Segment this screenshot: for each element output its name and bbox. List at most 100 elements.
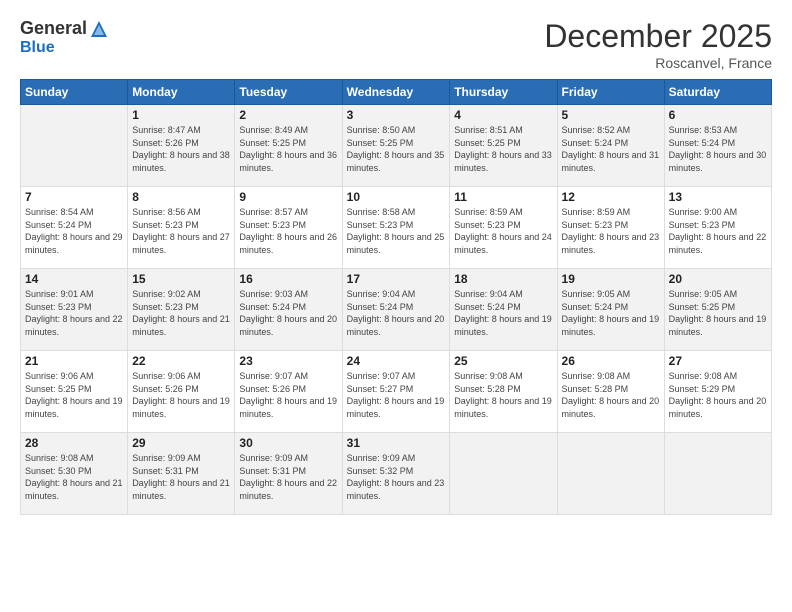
calendar-cell: 8 Sunrise: 8:56 AM Sunset: 5:23 PM Daylig… bbox=[128, 187, 235, 269]
day-detail: Sunrise: 8:49 AM Sunset: 5:25 PM Dayligh… bbox=[239, 124, 337, 174]
day-detail: Sunrise: 9:07 AM Sunset: 5:26 PM Dayligh… bbox=[239, 370, 337, 420]
calendar-cell: 20 Sunrise: 9:05 AM Sunset: 5:25 PM Dayli… bbox=[664, 269, 771, 351]
day-number: 7 bbox=[25, 190, 123, 204]
calendar-cell: 9 Sunrise: 8:57 AM Sunset: 5:23 PM Daylig… bbox=[235, 187, 342, 269]
calendar-cell bbox=[450, 433, 557, 515]
day-detail: Sunrise: 9:08 AM Sunset: 5:28 PM Dayligh… bbox=[562, 370, 660, 420]
day-detail: Sunrise: 9:04 AM Sunset: 5:24 PM Dayligh… bbox=[347, 288, 446, 338]
calendar-cell: 24 Sunrise: 9:07 AM Sunset: 5:27 PM Dayli… bbox=[342, 351, 450, 433]
calendar-cell: 2Sunrise: 8:49 AM Sunset: 5:25 PM Daylig… bbox=[235, 105, 342, 187]
day-number: 12 bbox=[562, 190, 660, 204]
calendar-week-row: 14Sunrise: 9:01 AM Sunset: 5:23 PM Dayli… bbox=[21, 269, 772, 351]
calendar-week-row: 21Sunrise: 9:06 AM Sunset: 5:25 PM Dayli… bbox=[21, 351, 772, 433]
calendar-day-header: Thursday bbox=[450, 80, 557, 105]
day-detail: Sunrise: 8:50 AM Sunset: 5:25 PM Dayligh… bbox=[347, 124, 446, 174]
month-title: December 2025 bbox=[544, 18, 772, 55]
day-detail: Sunrise: 9:04 AM Sunset: 5:24 PM Dayligh… bbox=[454, 288, 552, 338]
calendar-cell: 18 Sunrise: 9:04 AM Sunset: 5:24 PM Dayli… bbox=[450, 269, 557, 351]
day-detail: Sunrise: 8:54 AM Sunset: 5:24 PM Dayligh… bbox=[25, 206, 123, 256]
day-number: 14 bbox=[25, 272, 123, 286]
day-number: 15 bbox=[132, 272, 230, 286]
calendar-cell: 11 Sunrise: 8:59 AM Sunset: 5:23 PM Dayli… bbox=[450, 187, 557, 269]
day-number: 31 bbox=[347, 436, 446, 450]
day-detail: Sunrise: 9:02 AM Sunset: 5:23 PM Dayligh… bbox=[132, 288, 230, 338]
day-number: 28 bbox=[25, 436, 123, 450]
day-number: 30 bbox=[239, 436, 337, 450]
calendar-cell: 5Sunrise: 8:52 AM Sunset: 5:24 PM Daylig… bbox=[557, 105, 664, 187]
day-detail: Sunrise: 9:07 AM Sunset: 5:27 PM Dayligh… bbox=[347, 370, 446, 420]
calendar-cell: 26 Sunrise: 9:08 AM Sunset: 5:28 PM Dayli… bbox=[557, 351, 664, 433]
location: Roscanvel, France bbox=[544, 55, 772, 71]
calendar-day-header: Monday bbox=[128, 80, 235, 105]
logo-text: General bbox=[20, 18, 109, 39]
day-number: 4 bbox=[454, 108, 552, 122]
day-number: 6 bbox=[669, 108, 767, 122]
day-number: 8 bbox=[132, 190, 230, 204]
calendar-cell: 19Sunrise: 9:05 AM Sunset: 5:24 PM Dayli… bbox=[557, 269, 664, 351]
day-detail: Sunrise: 9:08 AM Sunset: 5:30 PM Dayligh… bbox=[25, 452, 123, 502]
day-detail: Sunrise: 8:56 AM Sunset: 5:23 PM Dayligh… bbox=[132, 206, 230, 256]
calendar-cell: 22 Sunrise: 9:06 AM Sunset: 5:26 PM Dayli… bbox=[128, 351, 235, 433]
page: General Blue December 2025 Roscanvel, Fr… bbox=[0, 0, 792, 612]
day-number: 18 bbox=[454, 272, 552, 286]
day-detail: Sunrise: 9:05 AM Sunset: 5:24 PM Dayligh… bbox=[562, 288, 660, 338]
calendar-cell: 23Sunrise: 9:07 AM Sunset: 5:26 PM Dayli… bbox=[235, 351, 342, 433]
calendar-day-header: Saturday bbox=[664, 80, 771, 105]
calendar-cell: 7 Sunrise: 8:54 AM Sunset: 5:24 PM Daylig… bbox=[21, 187, 128, 269]
day-number: 10 bbox=[347, 190, 446, 204]
calendar-cell: 31 Sunrise: 9:09 AM Sunset: 5:32 PM Dayli… bbox=[342, 433, 450, 515]
calendar-cell: 25Sunrise: 9:08 AM Sunset: 5:28 PM Dayli… bbox=[450, 351, 557, 433]
day-number: 17 bbox=[347, 272, 446, 286]
day-detail: Sunrise: 9:09 AM Sunset: 5:31 PM Dayligh… bbox=[132, 452, 230, 502]
day-number: 26 bbox=[562, 354, 660, 368]
day-number: 20 bbox=[669, 272, 767, 286]
calendar-cell: 10 Sunrise: 8:58 AM Sunset: 5:23 PM Dayli… bbox=[342, 187, 450, 269]
title-block: December 2025 Roscanvel, France bbox=[544, 18, 772, 71]
day-detail: Sunrise: 9:09 AM Sunset: 5:32 PM Dayligh… bbox=[347, 452, 446, 502]
day-detail: Sunrise: 9:03 AM Sunset: 5:24 PM Dayligh… bbox=[239, 288, 337, 338]
day-number: 21 bbox=[25, 354, 123, 368]
calendar-day-header: Friday bbox=[557, 80, 664, 105]
logo-blue-text: Blue bbox=[20, 39, 55, 56]
day-number: 13 bbox=[669, 190, 767, 204]
day-number: 5 bbox=[562, 108, 660, 122]
day-detail: Sunrise: 9:09 AM Sunset: 5:31 PM Dayligh… bbox=[239, 452, 337, 502]
calendar-cell: 27Sunrise: 9:08 AM Sunset: 5:29 PM Dayli… bbox=[664, 351, 771, 433]
calendar-cell: 13 Sunrise: 9:00 AM Sunset: 5:23 PM Dayli… bbox=[664, 187, 771, 269]
calendar-week-row: 28 Sunrise: 9:08 AM Sunset: 5:30 PM Dayli… bbox=[21, 433, 772, 515]
day-number: 9 bbox=[239, 190, 337, 204]
day-number: 3 bbox=[347, 108, 446, 122]
logo-icon bbox=[89, 19, 109, 39]
day-detail: Sunrise: 8:58 AM Sunset: 5:23 PM Dayligh… bbox=[347, 206, 446, 256]
day-detail: Sunrise: 9:08 AM Sunset: 5:28 PM Dayligh… bbox=[454, 370, 552, 420]
calendar-cell: 17 Sunrise: 9:04 AM Sunset: 5:24 PM Dayli… bbox=[342, 269, 450, 351]
day-detail: Sunrise: 9:00 AM Sunset: 5:23 PM Dayligh… bbox=[669, 206, 767, 256]
day-number: 24 bbox=[347, 354, 446, 368]
calendar-day-header: Sunday bbox=[21, 80, 128, 105]
day-number: 1 bbox=[132, 108, 230, 122]
logo: General Blue bbox=[20, 18, 109, 57]
header: General Blue December 2025 Roscanvel, Fr… bbox=[20, 18, 772, 71]
calendar-cell: 6 Sunrise: 8:53 AM Sunset: 5:24 PM Daylig… bbox=[664, 105, 771, 187]
day-detail: Sunrise: 9:06 AM Sunset: 5:26 PM Dayligh… bbox=[132, 370, 230, 420]
calendar-cell: 21Sunrise: 9:06 AM Sunset: 5:25 PM Dayli… bbox=[21, 351, 128, 433]
calendar-cell: 3 Sunrise: 8:50 AM Sunset: 5:25 PM Daylig… bbox=[342, 105, 450, 187]
calendar-cell: 15 Sunrise: 9:02 AM Sunset: 5:23 PM Dayli… bbox=[128, 269, 235, 351]
day-number: 16 bbox=[239, 272, 337, 286]
calendar-header-row: SundayMondayTuesdayWednesdayThursdayFrid… bbox=[21, 80, 772, 105]
calendar-cell: 29 Sunrise: 9:09 AM Sunset: 5:31 PM Dayli… bbox=[128, 433, 235, 515]
calendar-day-header: Wednesday bbox=[342, 80, 450, 105]
day-number: 29 bbox=[132, 436, 230, 450]
calendar-cell: 28 Sunrise: 9:08 AM Sunset: 5:30 PM Dayli… bbox=[21, 433, 128, 515]
calendar-cell: 14Sunrise: 9:01 AM Sunset: 5:23 PM Dayli… bbox=[21, 269, 128, 351]
day-detail: Sunrise: 8:51 AM Sunset: 5:25 PM Dayligh… bbox=[454, 124, 552, 174]
day-detail: Sunrise: 8:57 AM Sunset: 5:23 PM Dayligh… bbox=[239, 206, 337, 256]
day-number: 22 bbox=[132, 354, 230, 368]
day-detail: Sunrise: 8:47 AM Sunset: 5:26 PM Dayligh… bbox=[132, 124, 230, 174]
calendar-cell bbox=[557, 433, 664, 515]
calendar-cell: 1 Sunrise: 8:47 AM Sunset: 5:26 PM Daylig… bbox=[128, 105, 235, 187]
day-detail: Sunrise: 8:59 AM Sunset: 5:23 PM Dayligh… bbox=[454, 206, 552, 256]
day-detail: Sunrise: 9:05 AM Sunset: 5:25 PM Dayligh… bbox=[669, 288, 767, 338]
day-number: 11 bbox=[454, 190, 552, 204]
day-detail: Sunrise: 8:53 AM Sunset: 5:24 PM Dayligh… bbox=[669, 124, 767, 174]
